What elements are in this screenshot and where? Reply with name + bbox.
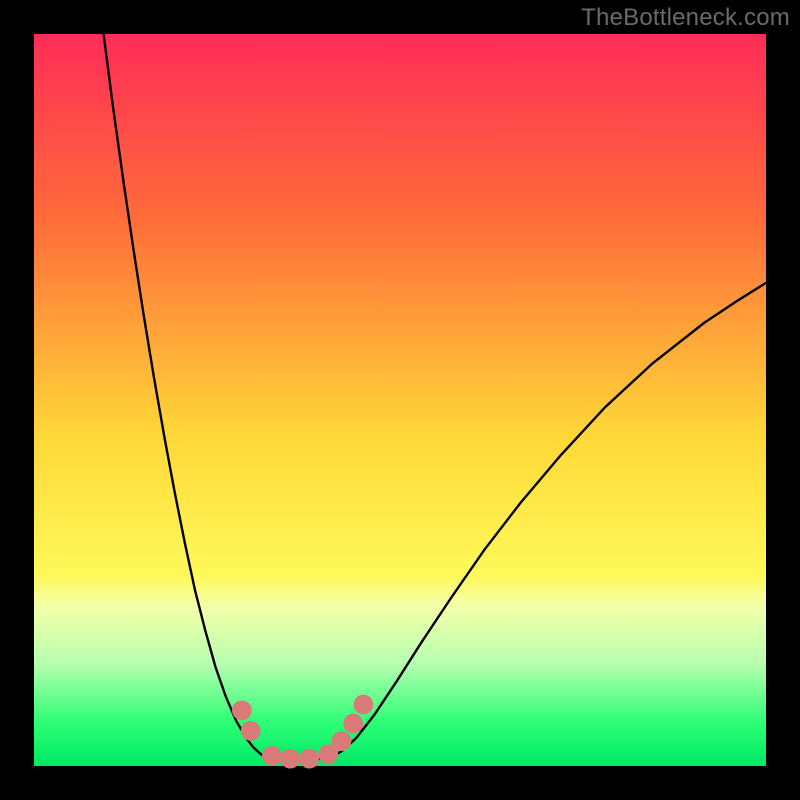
marker-dot — [343, 714, 363, 734]
marker-dot — [232, 700, 252, 720]
bottleneck-chart — [0, 0, 800, 800]
marker-dot — [332, 731, 352, 751]
marker-dot — [280, 749, 300, 769]
watermark-text: TheBottleneck.com — [581, 4, 790, 32]
marker-dot — [354, 695, 374, 715]
plot-background — [34, 34, 766, 766]
chart-frame: TheBottleneck.com — [0, 0, 800, 800]
marker-dot — [299, 749, 319, 769]
marker-dot — [262, 746, 282, 766]
marker-dot — [241, 721, 261, 741]
